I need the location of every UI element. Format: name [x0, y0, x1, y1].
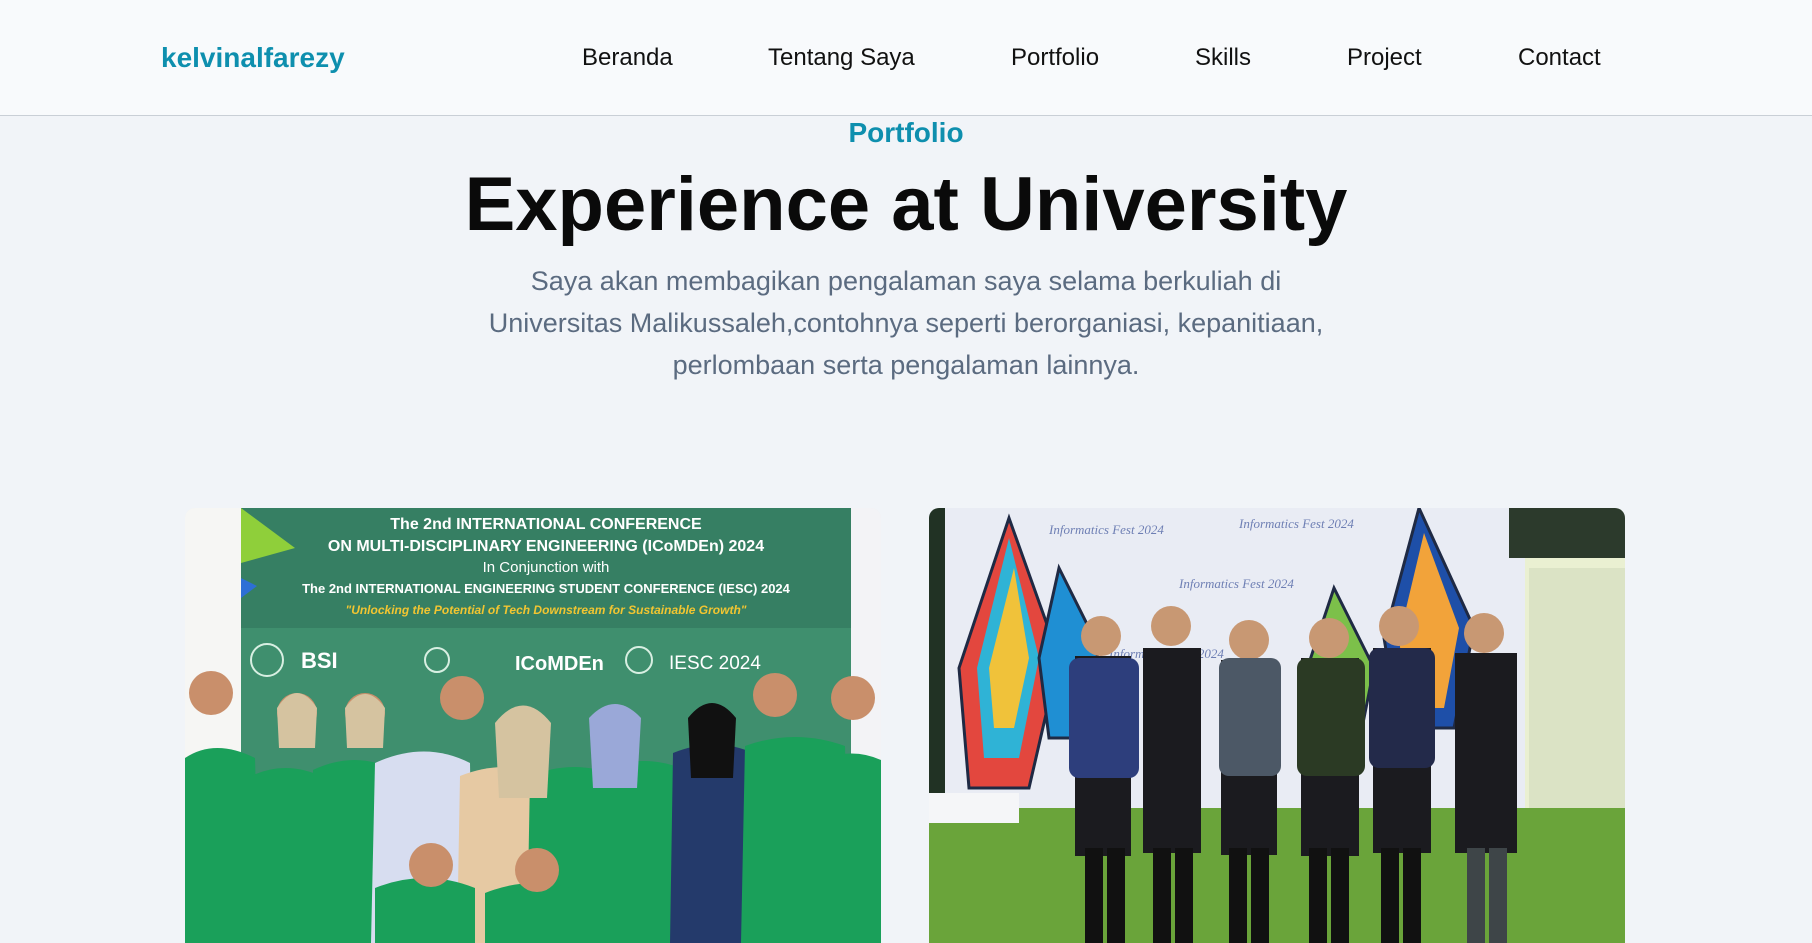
banner-line-1: The 2nd INTERNATIONAL CONFERENCE: [390, 516, 702, 533]
backdrop-text: Informatics Fest 2024: [1238, 516, 1354, 531]
backdrop-text: Informatics Fest 2024: [1178, 576, 1294, 591]
nav-link-beranda[interactable]: Beranda: [582, 40, 673, 76]
banner-tagline: "Unlocking the Potential of Tech Downstr…: [346, 603, 747, 617]
portfolio-card-informatics-fest[interactable]: Informatics Fest 2024 Informatics Fest 2…: [929, 508, 1625, 943]
brand-logo[interactable]: kelvinalfarezy: [161, 40, 345, 76]
nav-link-skills[interactable]: Skills: [1195, 40, 1251, 76]
nav-link-portfolio[interactable]: Portfolio: [1011, 40, 1099, 76]
conference-photo: The 2nd INTERNATIONAL CONFERENCE ON MULT…: [185, 508, 881, 943]
section-title: Experience at University: [464, 162, 1348, 247]
section-eyebrow: Portfolio: [848, 117, 964, 148]
section-description: Saya akan membagikan pengalaman saya sel…: [488, 266, 1324, 380]
backdrop-text: Informatics Fest 2024: [1048, 522, 1164, 537]
banner-line-2: ON MULTI-DISCIPLINARY ENGINEERING (ICoMD…: [328, 538, 764, 555]
nav-link-project[interactable]: Project: [1347, 40, 1422, 76]
sponsor-bsi: BSI: [301, 648, 338, 673]
sponsor-iesc: IESC 2024: [669, 653, 761, 674]
nav-link-contact[interactable]: Contact: [1518, 40, 1601, 76]
informatics-fest-photo: Informatics Fest 2024 Informatics Fest 2…: [929, 508, 1625, 943]
navbar: kelvinalfarezy Beranda Tentang Saya Port…: [0, 0, 1812, 116]
portfolio-card-conference[interactable]: The 2nd INTERNATIONAL CONFERENCE ON MULT…: [185, 508, 881, 943]
sponsor-icomden: ICoMDEn: [515, 653, 604, 675]
banner-line-4: The 2nd INTERNATIONAL ENGINEERING STUDEN…: [302, 581, 791, 596]
banner-line-3: In Conjunction with: [483, 559, 610, 576]
nav-link-tentang-saya[interactable]: Tentang Saya: [768, 40, 915, 76]
